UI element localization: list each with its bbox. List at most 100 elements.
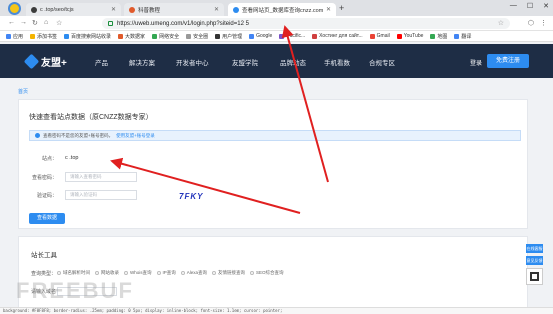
online-service-button[interactable]: 在线客服	[526, 244, 543, 253]
bookmark-item[interactable]: 百度搜索网站收录	[64, 33, 111, 40]
bookmark-item[interactable]: 网络安全	[152, 33, 179, 40]
bookmark-item[interactable]: 应用	[6, 33, 23, 40]
tool-label: Whois查询	[130, 270, 152, 275]
radio-icon[interactable]	[57, 271, 61, 275]
bookmark-item[interactable]: Хостинг для сайт...	[312, 33, 363, 39]
forward-icon[interactable]: →	[20, 19, 27, 26]
bookmark-icon	[186, 33, 192, 39]
password-field[interactable]: 请输入查看密码	[65, 172, 137, 182]
bookmark-label: 翻译	[461, 33, 472, 40]
logo-icon	[23, 53, 40, 70]
minimize-icon[interactable]: —	[510, 2, 517, 10]
tool-option[interactable]: IP查询	[156, 270, 176, 276]
bookmark-label: Pacific...	[286, 33, 306, 39]
url-input[interactable]: https://uweb.umeng.com/v1/login.php?site…	[102, 18, 510, 29]
toolbar-right: ⬡ ⋮	[528, 19, 547, 27]
query-panel: 快速查看站点数据（原CNZZ数据专家） 查看密码不是您的友盟+账号密码， 使用友…	[18, 99, 528, 229]
nav-item-compliance[interactable]: 合规专区	[369, 57, 409, 67]
tool-option[interactable]: 域名解析时间	[57, 270, 90, 276]
nav-item-products[interactable]: 产品	[95, 57, 129, 67]
feedback-button[interactable]: 意见反馈	[526, 256, 543, 265]
lock-icon[interactable]	[108, 21, 113, 26]
close-icon[interactable]: ✕	[326, 6, 331, 13]
star-icon[interactable]: ☆	[56, 19, 62, 27]
radio-icon[interactable]	[124, 271, 128, 275]
radio-icon[interactable]	[212, 271, 217, 275]
radio-icon[interactable]	[180, 271, 185, 275]
bookmark-item[interactable]: 添加书签	[30, 33, 57, 40]
nav-item-developer[interactable]: 开发者中心	[176, 57, 232, 67]
captcha-image[interactable]: 7FKY	[179, 192, 203, 201]
bookmark-icon	[312, 33, 318, 39]
bookmark-label: 添加书签	[37, 33, 58, 40]
bookmark-item[interactable]: 翻译	[454, 33, 471, 40]
tab-kepu[interactable]: 科普教程 ✕	[124, 3, 224, 16]
bookmark-icon	[369, 33, 375, 39]
breadcrumb[interactable]: 首页	[18, 88, 28, 95]
menu-icon[interactable]: ⋮	[540, 19, 547, 27]
bookmark-item[interactable]: 用户管理	[215, 33, 242, 40]
bookmark-item[interactable]: Pacific...	[279, 33, 305, 39]
browser-window: c .top/seo/tcjs ✕ 科普教程 ✕ 查看网站页_数据库查询cnzz…	[0, 0, 553, 314]
window-controls: — ☐ ✕	[510, 2, 549, 10]
radio-icon[interactable]	[95, 271, 99, 275]
view-data-button[interactable]: 查看数据	[29, 213, 65, 224]
bookmark-icon	[454, 33, 460, 39]
tool-option[interactable]: 友情链接查询	[212, 270, 245, 276]
bookmark-item[interactable]: Google	[249, 33, 272, 39]
qr-code[interactable]	[526, 268, 543, 285]
logo[interactable]: 友盟+	[23, 53, 67, 70]
bookmark-label: Gmail	[376, 33, 390, 39]
maximize-icon[interactable]: ☐	[527, 2, 533, 10]
site-value: c .top	[65, 155, 79, 161]
tab-cnzz[interactable]: 查看网站页_数据库查询cnzz.com ✕	[228, 3, 336, 16]
nav-item-mobile[interactable]: 手机看数	[324, 57, 369, 67]
bookmark-icon	[30, 33, 36, 39]
tool-label: SEO综合查询	[256, 270, 284, 275]
bookmark-icon	[430, 33, 436, 39]
bookmark-item[interactable]: 大数据家	[118, 33, 145, 40]
tool-type-label: 查询类型：	[31, 271, 57, 277]
close-icon[interactable]: ✕	[111, 6, 116, 13]
nav-item-solutions[interactable]: 解决方案	[129, 57, 176, 67]
extension-icon[interactable]: ⬡	[528, 19, 534, 27]
close-icon[interactable]: ✕	[214, 6, 219, 13]
bookmark-icon	[118, 33, 124, 39]
home-icon[interactable]: ⌂	[44, 19, 48, 26]
radio-icon[interactable]	[250, 271, 255, 275]
bookmark-label: 百度搜索网站收录	[71, 33, 112, 40]
bookmark-icon	[6, 33, 11, 39]
new-tab-button[interactable]: +	[339, 3, 344, 13]
radio-icon[interactable]	[156, 271, 161, 275]
nav-item-news[interactable]: 品牌动态	[280, 57, 324, 67]
bookmark-item[interactable]: 地图	[430, 33, 447, 40]
tab-strip: c .top/seo/tcjs ✕ 科普教程 ✕ 查看网站页_数据库查询cnzz…	[0, 0, 553, 16]
notice-link[interactable]: 使用友盟+账号登录	[116, 133, 155, 139]
tab-tcjs[interactable]: c .top/seo/tcjs ✕	[26, 3, 121, 16]
bookmark-icon	[249, 33, 255, 39]
bookmark-label: 地图	[437, 33, 448, 40]
captcha-field[interactable]: 请输入验证码	[65, 190, 137, 200]
bookmark-label: 安全圈	[193, 33, 209, 40]
tab-favicon-icon	[129, 6, 135, 13]
bookmark-star-icon[interactable]: ☆	[498, 19, 504, 27]
back-icon[interactable]: ←	[8, 19, 15, 26]
logo-text: 友盟+	[41, 58, 67, 69]
browser-logo-icon[interactable]	[8, 2, 21, 15]
info-icon	[35, 133, 40, 138]
bookmark-item[interactable]: YouTube	[396, 33, 423, 39]
tool-option[interactable]: Alexa查询	[180, 270, 207, 276]
close-window-icon[interactable]: ✕	[543, 2, 549, 10]
bookmark-label: 大数据家	[125, 33, 146, 40]
address-bar: ← → ↻ ⌂ ☆ https://uweb.umeng.com/v1/logi…	[0, 16, 553, 31]
nav-item-academy[interactable]: 友盟学院	[232, 57, 280, 67]
register-button[interactable]: 免费注册	[487, 54, 529, 68]
tool-label: IP查询	[162, 270, 176, 275]
tool-option[interactable]: SEO综合查询	[250, 270, 284, 276]
bookmark-item[interactable]: 安全圈	[186, 33, 208, 40]
reload-icon[interactable]: ↻	[32, 19, 38, 27]
tool-option[interactable]: 网站收录	[95, 270, 119, 276]
login-link[interactable]: 登录	[470, 58, 482, 67]
bookmark-item[interactable]: Gmail	[369, 33, 390, 39]
tool-option[interactable]: Whois查询	[124, 270, 152, 276]
